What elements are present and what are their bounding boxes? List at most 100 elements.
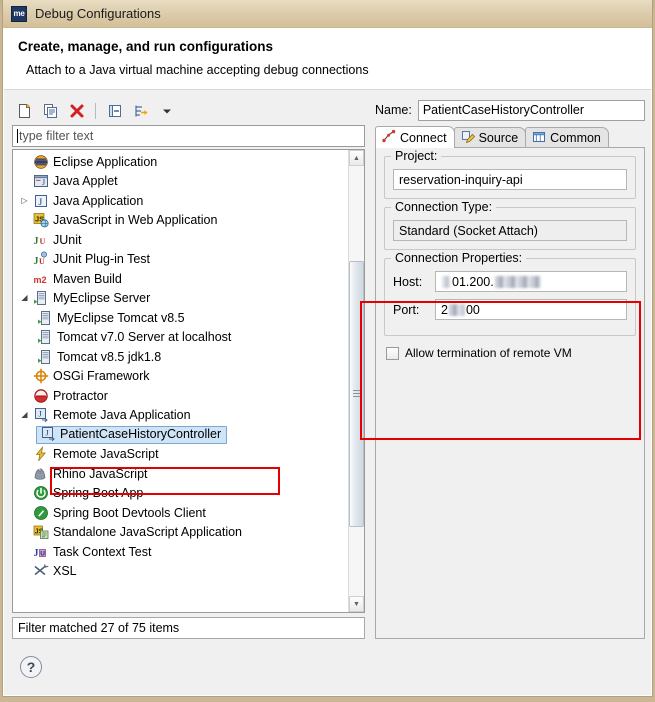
port-value-prefix: 2 — [441, 302, 448, 317]
java-applet-icon: J — [32, 173, 50, 189]
osgi-icon — [32, 368, 50, 384]
tree-item[interactable]: JS Standalone JavaScript Application — [13, 523, 348, 543]
junit-icon: JU — [32, 232, 50, 248]
host-value: 01.200. — [452, 274, 494, 289]
svg-text:J: J — [42, 178, 45, 187]
port-input[interactable]: 2 00 — [435, 299, 627, 320]
allow-termination-row[interactable]: Allow termination of remote VM — [384, 344, 636, 360]
duplicate-configuration-icon[interactable] — [40, 101, 61, 122]
tree-item[interactable]: Remote JavaScript — [13, 445, 348, 465]
tree-item[interactable]: JS JavaScript in Web Application — [13, 211, 348, 231]
protractor-icon — [32, 388, 50, 404]
tree-item[interactable]: Spring Boot Devtools Client — [13, 503, 348, 523]
tree-item[interactable]: J U Task Context Test — [13, 542, 348, 562]
tree-item[interactable]: J U JUnit Plug-in Test — [13, 250, 348, 270]
tree-item[interactable]: ▷ J Java Application — [13, 191, 348, 211]
tree-item[interactable]: Tomcat v7.0 Server at localhost — [13, 328, 348, 348]
debug-configurations-window: me Debug Configurations Create, manage, … — [2, 0, 653, 697]
scrollbar-thumb[interactable] — [349, 260, 364, 528]
tree-item[interactable]: XSL — [13, 562, 348, 582]
window-titlebar: me Debug Configurations — [3, 0, 652, 28]
configurations-tree[interactable]: Eclipse Application J Java Applet ▷ J Java Ap… — [13, 150, 348, 612]
scroll-down-arrow-icon[interactable]: ▼ — [349, 596, 364, 612]
tree-item[interactable]: MyEclipse Tomcat v8.5 — [13, 308, 348, 328]
host-input[interactable]: 01.200. — [435, 271, 627, 292]
tab-source[interactable]: Source — [453, 127, 527, 148]
tree-item[interactable]: J U JUnit — [13, 230, 348, 250]
port-redacted-middle — [448, 303, 465, 316]
tree-item[interactable]: Protractor — [13, 386, 348, 406]
tree-item-label: Spring Boot Devtools Client — [53, 505, 206, 520]
scroll-up-arrow-icon[interactable]: ▲ — [349, 150, 364, 166]
tree-item-label: Spring Boot App — [53, 486, 144, 501]
tab-connect-label: Connect — [400, 130, 447, 145]
common-table-icon — [532, 130, 546, 147]
project-input[interactable]: reservation-inquiry-api — [393, 169, 627, 190]
tree-item-label: Rhino JavaScript — [53, 466, 148, 481]
tree-item[interactable]: m2 Maven Build — [13, 269, 348, 289]
page-subtitle: Attach to a Java virtual machine accepti… — [26, 63, 369, 77]
toolbar-dropdown-arrow-icon[interactable] — [156, 101, 177, 122]
standalone-javascript-icon: JS — [32, 524, 50, 540]
tree-item[interactable]: Spring Boot App — [13, 484, 348, 504]
connection-type-select[interactable]: Standard (Socket Attach) — [393, 220, 627, 241]
tree-item-label: PatientCaseHistoryController — [60, 427, 222, 442]
port-label: Port: — [393, 302, 420, 317]
remote-javascript-icon — [32, 446, 50, 462]
svg-text:J: J — [39, 198, 43, 208]
svg-text:J: J — [34, 548, 39, 559]
tree-item[interactable]: ◢ J Remote Java Application — [13, 406, 348, 426]
configurations-pane: type filter text Eclipse Application J Jav… — [10, 98, 367, 639]
tab-connect[interactable]: Connect — [375, 126, 455, 148]
name-input[interactable]: PatientCaseHistoryController — [417, 99, 645, 121]
xsl-icon — [32, 563, 50, 579]
tree-item-label: Tomcat v7.0 Server at localhost — [57, 330, 232, 345]
filter-launch-configurations-icon[interactable] — [130, 101, 151, 122]
spring-boot-icon — [32, 485, 50, 501]
tree-item-label: OSGi Framework — [53, 369, 150, 384]
tree-item-label: Task Context Test — [53, 544, 152, 559]
collapse-all-icon[interactable] — [104, 101, 125, 122]
tree-twisty-expanded-icon[interactable]: ◢ — [17, 294, 32, 302]
project-group-label: Project: — [391, 149, 442, 163]
tree-item-label: Maven Build — [53, 271, 122, 286]
allow-termination-checkbox[interactable] — [386, 346, 399, 360]
new-configuration-icon[interactable] — [14, 101, 35, 122]
java-application-icon: J — [32, 193, 50, 209]
connection-properties-group-label: Connection Properties: — [391, 251, 527, 265]
tree-item-label: XSL — [53, 564, 77, 579]
filter-input[interactable]: type filter text — [12, 125, 365, 147]
remote-java-icon: J — [39, 426, 57, 442]
host-row: Host: 01.200. — [393, 271, 627, 292]
content-area: type filter text Eclipse Application J Jav… — [4, 90, 651, 639]
tree-item-label: Tomcat v8.5 jdk1.8 — [57, 349, 162, 364]
tree-item[interactable]: Rhino JavaScript — [13, 464, 348, 484]
tree-twisty-expanded-icon[interactable]: ◢ — [17, 411, 32, 419]
svg-text:J: J — [34, 256, 39, 267]
tree-item-selected[interactable]: J PatientCaseHistoryController — [13, 425, 348, 445]
server-icon — [32, 290, 50, 306]
scrollbar-track[interactable] — [349, 166, 364, 596]
maven-icon: m2 — [32, 271, 50, 287]
tree-item-label: Remote Java Application — [53, 408, 191, 423]
page-title: Create, manage, and run configurations — [18, 39, 274, 54]
tree-item[interactable]: J Java Applet — [13, 172, 348, 192]
tab-common-label: Common — [550, 131, 601, 145]
connection-type-group: Connection Type: Standard (Socket Attach… — [384, 200, 636, 250]
tree-item[interactable]: ◢ MyEclipse Server — [13, 289, 348, 309]
help-button[interactable]: ? — [20, 656, 42, 678]
tree-item[interactable]: OSGi Framework — [13, 367, 348, 387]
tree-item[interactable]: Tomcat v8.5 jdk1.8 — [13, 347, 348, 367]
tree-item-selection[interactable]: J PatientCaseHistoryController — [36, 425, 228, 444]
eclipse-icon — [32, 154, 50, 170]
tree-vertical-scrollbar[interactable]: ▲ ▼ — [348, 150, 364, 612]
tree-twisty-collapsed-icon[interactable]: ▷ — [17, 196, 32, 205]
tree-item[interactable]: Eclipse Application — [13, 152, 348, 172]
delete-configuration-icon[interactable] — [66, 101, 87, 122]
junit-plugin-icon: JU — [32, 251, 50, 267]
dialog-body: Create, manage, and run configurations A… — [3, 28, 652, 696]
configuration-details-pane: Name: PatientCaseHistoryController Conne… — [373, 98, 645, 639]
filter-status-text: Filter matched 27 of 75 items — [18, 621, 180, 635]
port-row: Port: 2 00 — [393, 299, 627, 320]
tab-common[interactable]: Common — [525, 127, 609, 148]
